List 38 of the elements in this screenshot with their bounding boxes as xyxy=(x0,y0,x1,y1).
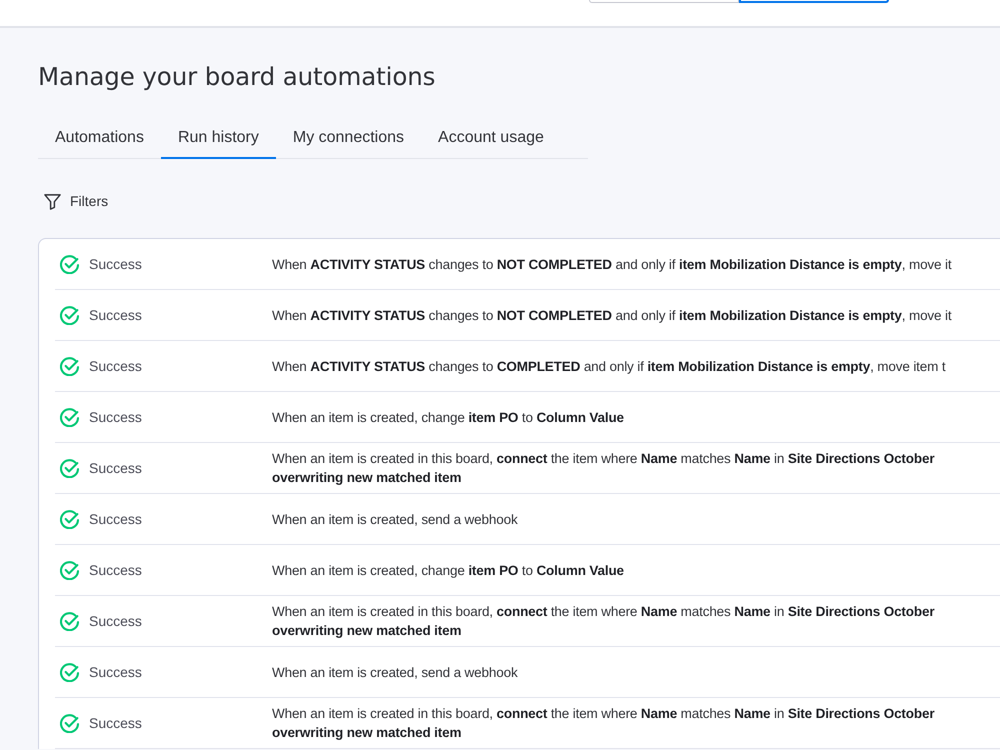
tab[interactable]: Run history xyxy=(160,118,276,159)
check-circle-icon xyxy=(60,560,79,580)
check-circle-icon xyxy=(60,356,79,376)
status-label: Success xyxy=(89,612,142,630)
tab[interactable]: My connections xyxy=(276,118,422,159)
status-label: Success xyxy=(89,714,142,732)
automation-description: When an item is created, send a webhook xyxy=(272,664,518,682)
automation-description: When an item is created in this board, connect the item where Name matches Name in Site Directions October overwriting new matched item xyxy=(272,603,934,640)
status-label: Success xyxy=(89,458,142,478)
status-label: Success xyxy=(89,560,142,580)
automation-description: When an item is created, send a webhook xyxy=(272,510,518,528)
status-label: Success xyxy=(89,510,142,528)
automation-description: When an item is created, change item PO to Column Value xyxy=(272,562,624,580)
page-title: Manage your board automations xyxy=(38,62,436,92)
tab[interactable]: Automations xyxy=(38,118,161,159)
check-circle-icon xyxy=(60,408,79,426)
status-label: Success xyxy=(89,254,142,274)
filter-icon xyxy=(43,192,62,211)
automation-description: When an item is created in this board, connect the item where Name matches Name in Site Directions October overwriting new matched item xyxy=(272,705,934,742)
check-circle-icon xyxy=(60,612,79,630)
automation-description: When ACTIVITY STATUS changes to NOT COMPLETED and only if item Mobilization Distance is empty, move it xyxy=(272,306,952,324)
status-label: Success xyxy=(89,408,142,426)
check-circle-icon xyxy=(60,458,79,478)
status-label: Success xyxy=(89,306,142,324)
status-label: Success xyxy=(89,356,142,376)
automation-description: When an item is created in this board, connect the item where Name matches Name in Site Directions October overwriting new matched item xyxy=(272,450,934,487)
automation-description: When ACTIVITY STATUS changes to COMPLETED and only if item Mobilization Distance is empty, move item t xyxy=(272,358,946,376)
automation-description: When ACTIVITY STATUS changes to NOT COMPLETED and only if item Mobilization Distance is empty, move it xyxy=(272,256,952,274)
check-circle-icon xyxy=(60,306,79,324)
filters-button[interactable]: Filters xyxy=(38,187,114,216)
check-circle-icon xyxy=(60,714,79,732)
check-circle-icon xyxy=(60,254,79,274)
tab[interactable]: Account usage xyxy=(421,118,561,159)
automation-description: When an item is created, change item PO to Column Value xyxy=(272,408,624,426)
segment-button[interactable] xyxy=(739,0,889,3)
status-label: Success xyxy=(89,662,142,682)
check-circle-icon xyxy=(60,662,79,682)
check-circle-icon xyxy=(60,510,79,528)
